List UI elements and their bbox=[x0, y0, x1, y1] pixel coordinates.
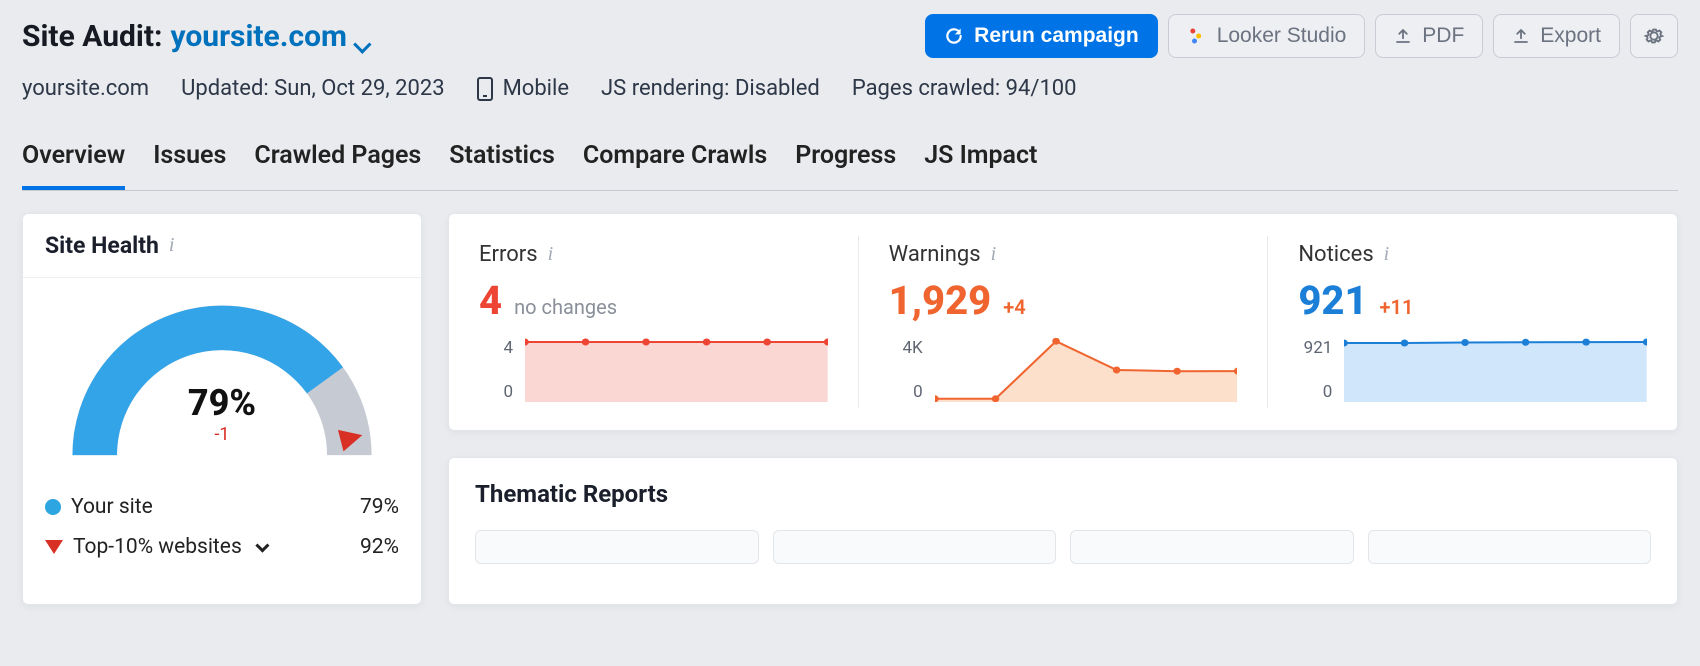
stats-card: Errors i 4 no changes 4 0 bbox=[448, 213, 1678, 431]
info-icon[interactable]: i bbox=[991, 243, 997, 266]
settings-button[interactable] bbox=[1630, 14, 1678, 58]
site-health-card: Site Health i 79% -1 bbox=[22, 213, 422, 605]
meta-js-rendering: JS rendering: Disabled bbox=[601, 76, 820, 101]
looker-label: Looker Studio bbox=[1217, 24, 1347, 48]
warnings-value: 1,929 bbox=[889, 277, 992, 324]
tab-progress[interactable]: Progress bbox=[795, 141, 896, 190]
notices-delta: +11 bbox=[1380, 295, 1414, 319]
errors-sub: no changes bbox=[514, 295, 617, 319]
tab-js-impact[interactable]: JS Impact bbox=[924, 141, 1037, 190]
info-icon[interactable]: i bbox=[169, 234, 175, 257]
errors-value: 4 bbox=[479, 277, 502, 324]
domain-selector[interactable]: yoursite.com bbox=[170, 19, 371, 54]
dot-icon bbox=[45, 499, 61, 515]
tab-overview[interactable]: Overview bbox=[22, 141, 125, 190]
tabs: Overview Issues Crawled Pages Statistics… bbox=[22, 141, 1678, 191]
meta-device: Mobile bbox=[477, 76, 569, 101]
meta-site: yoursite.com bbox=[22, 76, 149, 101]
rerun-campaign-button[interactable]: Rerun campaign bbox=[925, 14, 1158, 58]
errors-sparkline bbox=[525, 338, 828, 402]
legend-top10[interactable]: Top-10% websites 92% bbox=[45, 527, 399, 567]
chevron-down-icon bbox=[353, 27, 371, 45]
tab-issues[interactable]: Issues bbox=[153, 141, 226, 190]
domain-name: yoursite.com bbox=[170, 19, 347, 54]
gear-icon bbox=[1643, 25, 1665, 47]
pdf-label: PDF bbox=[1422, 24, 1464, 48]
triangle-down-icon bbox=[45, 540, 63, 554]
looker-studio-button[interactable]: Looker Studio bbox=[1168, 14, 1366, 58]
gauge-delta: -1 bbox=[188, 424, 256, 445]
thematic-block[interactable] bbox=[773, 530, 1057, 564]
thematic-title: Thematic Reports bbox=[475, 480, 1651, 508]
upload-icon bbox=[1394, 26, 1412, 46]
notices-value: 921 bbox=[1298, 277, 1367, 324]
thematic-block[interactable] bbox=[1070, 530, 1354, 564]
export-label: Export bbox=[1540, 24, 1601, 48]
tab-compare-crawls[interactable]: Compare Crawls bbox=[583, 141, 767, 190]
stat-notices[interactable]: Notices i 921 +11 921 0 bbox=[1267, 236, 1677, 408]
site-health-title: Site Health i bbox=[23, 214, 421, 278]
meta-pages-crawled: Pages crawled: 94/100 bbox=[852, 76, 1077, 101]
chevron-down-icon bbox=[255, 539, 269, 553]
thematic-reports-card: Thematic Reports bbox=[448, 457, 1678, 605]
upload-icon bbox=[1512, 26, 1530, 46]
gauge-percent: 79% bbox=[188, 382, 256, 424]
mobile-icon bbox=[477, 77, 493, 101]
legend-your-site: Your site 79% bbox=[45, 487, 399, 527]
site-health-gauge: 79% -1 bbox=[57, 296, 387, 471]
refresh-icon bbox=[944, 26, 964, 46]
meta-updated: Updated: Sun, Oct 29, 2023 bbox=[181, 76, 444, 101]
stat-warnings[interactable]: Warnings i 1,929 +4 4K 0 bbox=[858, 236, 1268, 408]
notices-sparkline bbox=[1344, 338, 1647, 402]
warnings-sparkline bbox=[935, 338, 1238, 402]
info-icon[interactable]: i bbox=[1384, 243, 1390, 266]
title-prefix: Site Audit: bbox=[22, 19, 162, 54]
warnings-delta: +4 bbox=[1003, 295, 1025, 319]
tab-crawled-pages[interactable]: Crawled Pages bbox=[254, 141, 421, 190]
looker-icon bbox=[1187, 26, 1207, 46]
legend-your-site-value: 79% bbox=[360, 495, 399, 519]
thematic-block[interactable] bbox=[1368, 530, 1652, 564]
pdf-button[interactable]: PDF bbox=[1375, 14, 1483, 58]
export-button[interactable]: Export bbox=[1493, 14, 1620, 58]
rerun-label: Rerun campaign bbox=[974, 24, 1139, 48]
page-title: Site Audit: yoursite.com bbox=[22, 19, 371, 54]
legend-top10-value: 92% bbox=[360, 535, 399, 559]
tab-statistics[interactable]: Statistics bbox=[449, 141, 555, 190]
thematic-block[interactable] bbox=[475, 530, 759, 564]
stat-errors[interactable]: Errors i 4 no changes 4 0 bbox=[449, 236, 858, 408]
info-icon[interactable]: i bbox=[548, 243, 554, 266]
meta-bar: yoursite.com Updated: Sun, Oct 29, 2023 … bbox=[22, 76, 1678, 101]
